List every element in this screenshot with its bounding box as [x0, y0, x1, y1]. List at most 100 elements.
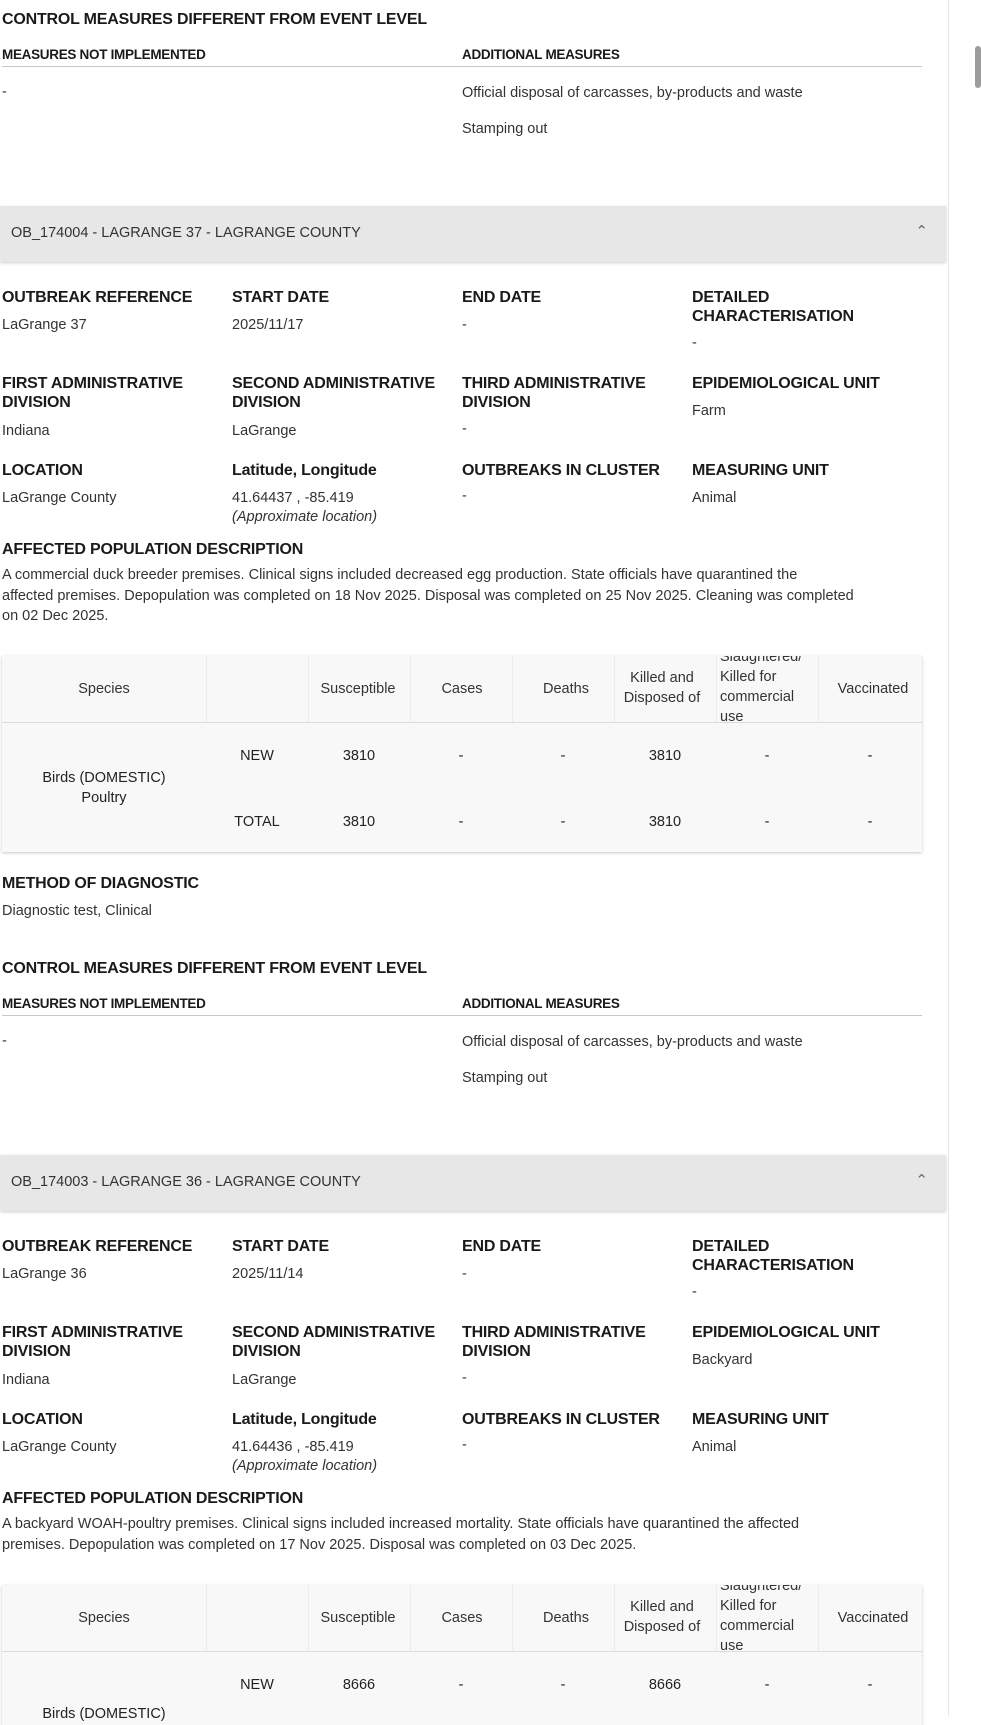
outbreak-reference-value: LaGrange 36	[2, 1266, 87, 1282]
column-header-cases: Cases	[441, 1610, 483, 1626]
detailed-characterisation-value: -	[692, 335, 697, 351]
cases-cell: -	[458, 748, 464, 764]
killed-cell: 3810	[648, 748, 682, 764]
scrollbar-track[interactable]	[948, 0, 981, 1716]
column-header-deaths: Deaths	[543, 681, 589, 697]
measuring-unit-label: MEASURING UNIT	[692, 1411, 829, 1428]
outbreak-title: OB_174004 - LAGRANGE 37 - LAGRANGE COUNT…	[11, 225, 361, 241]
outbreaks-in-cluster-value: -	[462, 488, 467, 504]
susceptible-cell: 8666	[342, 1677, 376, 1693]
species-name: Birds (DOMESTIC)	[42, 770, 166, 786]
affected-population-label: AFFECTED POPULATION DESCRIPTION	[2, 541, 304, 558]
second-admin-division-value: LaGrange	[232, 423, 297, 439]
third-admin-division-value: -	[462, 1370, 467, 1386]
third-admin-division-label: THIRD ADMINISTRATIVE DIVISION	[462, 1324, 646, 1360]
column-header-species: Species	[78, 681, 130, 697]
divider	[2, 66, 922, 67]
scrollbar-thumb[interactable]	[975, 46, 981, 88]
lat-long-value: 41.64436 , -85.419	[232, 1439, 354, 1455]
end-date-value: -	[462, 1266, 467, 1282]
measuring-unit-value: Animal	[692, 1439, 737, 1455]
measuring-unit-label: MEASURING UNIT	[692, 462, 829, 479]
method-of-diagnostic-label: METHOD OF DIAGNOSTIC	[2, 875, 199, 892]
column-header-susceptible: Susceptible	[320, 1610, 396, 1626]
second-admin-division-value: LaGrange	[232, 1372, 297, 1388]
epidemiological-unit-label: EPIDEMIOLOGICAL UNIT	[692, 375, 880, 392]
divider	[2, 1015, 922, 1016]
epidemiological-unit-value: Farm	[692, 403, 726, 419]
species-table: Species Susceptible Cases Deaths Killed …	[2, 1585, 922, 1725]
end-date-value: -	[462, 317, 467, 333]
affected-population-line: premises. Depopulation was completed on …	[2, 1537, 637, 1553]
detailed-characterisation-label: DETAILED CHARACTERISATION	[692, 289, 854, 325]
detailed-characterisation-label: DETAILED CHARACTERISATION	[692, 1238, 854, 1274]
column-header-species: Species	[78, 1610, 130, 1626]
measures-not-implemented-value: -	[2, 1033, 7, 1049]
measuring-unit-value: Animal	[692, 490, 737, 506]
column-header-killed: Killed and Disposed of	[623, 1599, 701, 1635]
additional-measure-item: Stamping out	[462, 1070, 548, 1086]
outbreaks-in-cluster-label: OUTBREAKS IN CLUSTER	[462, 1411, 660, 1428]
location-label: LOCATION	[2, 1411, 83, 1428]
lat-long-value: 41.64437 , -85.419	[232, 490, 354, 506]
outbreak-accordion-header[interactable]: OB_174004 - LAGRANGE 37 - LAGRANGE COUNT…	[0, 206, 946, 262]
additional-measures-label: ADDITIONAL MEASURES	[462, 47, 620, 62]
column-header-killed: Killed and Disposed of	[623, 670, 701, 706]
susceptible-cell: 3810	[342, 814, 376, 830]
column-header-vaccinated: Vaccinated	[837, 1610, 909, 1626]
control-measures-title: CONTROL MEASURES DIFFERENT FROM EVENT LE…	[2, 11, 427, 28]
third-admin-division-label: THIRD ADMINISTRATIVE DIVISION	[462, 375, 646, 411]
row-type: TOTAL	[234, 814, 280, 830]
column-header-susceptible: Susceptible	[320, 681, 396, 697]
third-admin-division-value: -	[462, 421, 467, 437]
method-of-diagnostic-value: Diagnostic test, Clinical	[2, 903, 152, 919]
vaccinated-cell: -	[867, 1677, 873, 1693]
killed-cell: 3810	[648, 814, 682, 830]
killed-cell: 8666	[648, 1677, 682, 1693]
location-value: LaGrange County	[2, 1439, 117, 1455]
end-date-label: END DATE	[462, 289, 541, 306]
location-label: LOCATION	[2, 462, 83, 479]
affected-population-line: affected premises. Depopulation was comp…	[2, 588, 854, 604]
measures-not-implemented-label: MEASURES NOT IMPLEMENTED	[2, 47, 206, 62]
start-date-label: START DATE	[232, 1238, 329, 1255]
first-admin-division-label: FIRST ADMINISTRATIVE DIVISION	[2, 375, 183, 411]
row-type: NEW	[240, 748, 274, 764]
species-table: Species Susceptible Cases Deaths Killed …	[2, 656, 922, 852]
species-name: Poultry	[81, 790, 127, 806]
chevron-up-icon[interactable]: ⌃	[915, 1171, 928, 1189]
report-page: CONTROL MEASURES DIFFERENT FROM EVENT LE…	[0, 0, 948, 1725]
start-date-value: 2025/11/14	[232, 1266, 304, 1282]
epidemiological-unit-label: EPIDEMIOLOGICAL UNIT	[692, 1324, 880, 1341]
deaths-cell: -	[560, 748, 566, 764]
cases-cell: -	[458, 814, 464, 830]
second-admin-division-label: SECOND ADMINISTRATIVE DIVISION	[232, 1324, 435, 1360]
outbreak-accordion-header[interactable]: OB_174003 - LAGRANGE 36 - LAGRANGE COUNT…	[0, 1155, 946, 1211]
outbreak-reference-label: OUTBREAK REFERENCE	[2, 289, 193, 306]
outbreaks-in-cluster-label: OUTBREAKS IN CLUSTER	[462, 462, 660, 479]
additional-measure-item: Official disposal of carcasses, by-produ…	[462, 1034, 803, 1050]
second-admin-division-label: SECOND ADMINISTRATIVE DIVISION	[232, 375, 435, 411]
column-header-slaughtered: Slaughtered/ Killed for commercial use	[720, 1585, 803, 1654]
affected-population-line: A backyard WOAH-poultry premises. Clinic…	[2, 1516, 800, 1532]
approximate-location-note: (Approximate location)	[232, 1458, 378, 1474]
start-date-label: START DATE	[232, 289, 329, 306]
additional-measure-item: Stamping out	[462, 121, 548, 137]
column-header-deaths: Deaths	[543, 1610, 589, 1626]
first-admin-division-value: Indiana	[2, 423, 50, 439]
affected-population-line: on 02 Dec 2025.	[2, 608, 109, 624]
control-measures-title: CONTROL MEASURES DIFFERENT FROM EVENT LE…	[2, 960, 427, 977]
affected-population-label: AFFECTED POPULATION DESCRIPTION	[2, 1490, 304, 1507]
table-header: Species Susceptible Cases Deaths Killed …	[2, 656, 922, 725]
column-header-cases: Cases	[441, 681, 483, 697]
outbreak-reference-value: LaGrange 37	[2, 317, 87, 333]
row-type: NEW	[240, 1677, 274, 1693]
lat-long-label: Latitude, Longitude	[232, 1411, 377, 1428]
chevron-up-icon[interactable]: ⌃	[915, 222, 928, 240]
outbreaks-in-cluster-value: -	[462, 1437, 467, 1453]
outbreak-title: OB_174003 - LAGRANGE 36 - LAGRANGE COUNT…	[11, 1174, 361, 1190]
first-admin-division-label: FIRST ADMINISTRATIVE DIVISION	[2, 1324, 183, 1360]
deaths-cell: -	[560, 1677, 566, 1693]
vaccinated-cell: -	[867, 814, 873, 830]
measures-not-implemented-label: MEASURES NOT IMPLEMENTED	[2, 996, 206, 1011]
